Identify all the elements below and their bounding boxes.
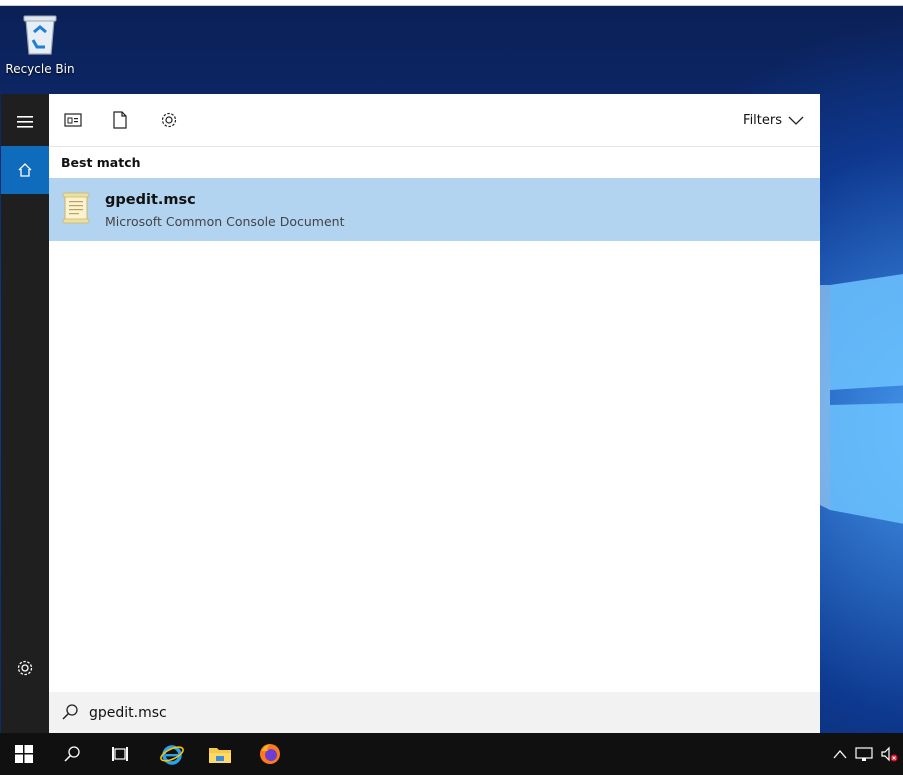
best-match-heading: Best match: [61, 155, 141, 170]
hamburger-icon: [17, 116, 33, 128]
taskbar: [0, 733, 903, 775]
chevron-down-icon: [788, 116, 804, 125]
volume-muted-icon[interactable]: [881, 746, 899, 762]
result-title: gpedit.msc: [105, 192, 196, 208]
file-explorer-button[interactable]: [196, 733, 244, 775]
internet-explorer-icon: [160, 745, 184, 765]
search-toolbar: Filters: [49, 94, 820, 147]
settings-icon: [161, 112, 177, 128]
settings-button[interactable]: [1, 644, 49, 692]
recycle-bin-label: Recycle Bin: [5, 62, 75, 76]
firefox-icon: [260, 744, 280, 764]
windows-logo-wallpaper: [820, 274, 903, 524]
search-box[interactable]: [49, 692, 820, 733]
documents-icon: [113, 111, 127, 129]
recycle-bin[interactable]: Recycle Bin: [4, 12, 76, 76]
filters-dropdown[interactable]: Filters: [743, 113, 804, 128]
search-input[interactable]: [87, 700, 791, 726]
result-subtitle: Microsoft Common Console Document: [105, 214, 345, 229]
task-view-button[interactable]: [96, 733, 144, 775]
search-button[interactable]: [48, 733, 96, 775]
recycle-bin-icon: [23, 15, 57, 55]
home-icon: [18, 163, 32, 177]
windows-start-icon: [15, 745, 33, 763]
search-icon: [62, 704, 78, 720]
start-left-rail: [1, 94, 49, 733]
console-document-icon: [62, 192, 90, 224]
home-button[interactable]: [1, 146, 49, 194]
task-view-icon: [112, 747, 128, 761]
chevron-up-icon[interactable]: [833, 749, 847, 759]
firefox-button[interactable]: [246, 733, 294, 775]
system-tray: [833, 733, 903, 775]
apps-filter-button[interactable]: [61, 108, 85, 132]
filters-label: Filters: [743, 113, 782, 128]
best-match-result[interactable]: gpedit.msc Microsoft Common Console Docu…: [49, 178, 820, 241]
folder-icon: [209, 748, 231, 763]
apps-icon: [64, 113, 82, 127]
network-icon[interactable]: [855, 746, 873, 762]
start-button[interactable]: [0, 733, 48, 775]
search-icon: [64, 746, 80, 762]
internet-explorer-button[interactable]: [148, 733, 196, 775]
menu-button[interactable]: [1, 98, 49, 146]
search-panel: Filters Best match gpedit.msc Microsoft …: [49, 94, 820, 733]
gear-icon: [17, 660, 33, 676]
settings-filter-button[interactable]: [157, 108, 181, 132]
documents-filter-button[interactable]: [108, 108, 132, 132]
window-top-edge: [0, 0, 903, 6]
